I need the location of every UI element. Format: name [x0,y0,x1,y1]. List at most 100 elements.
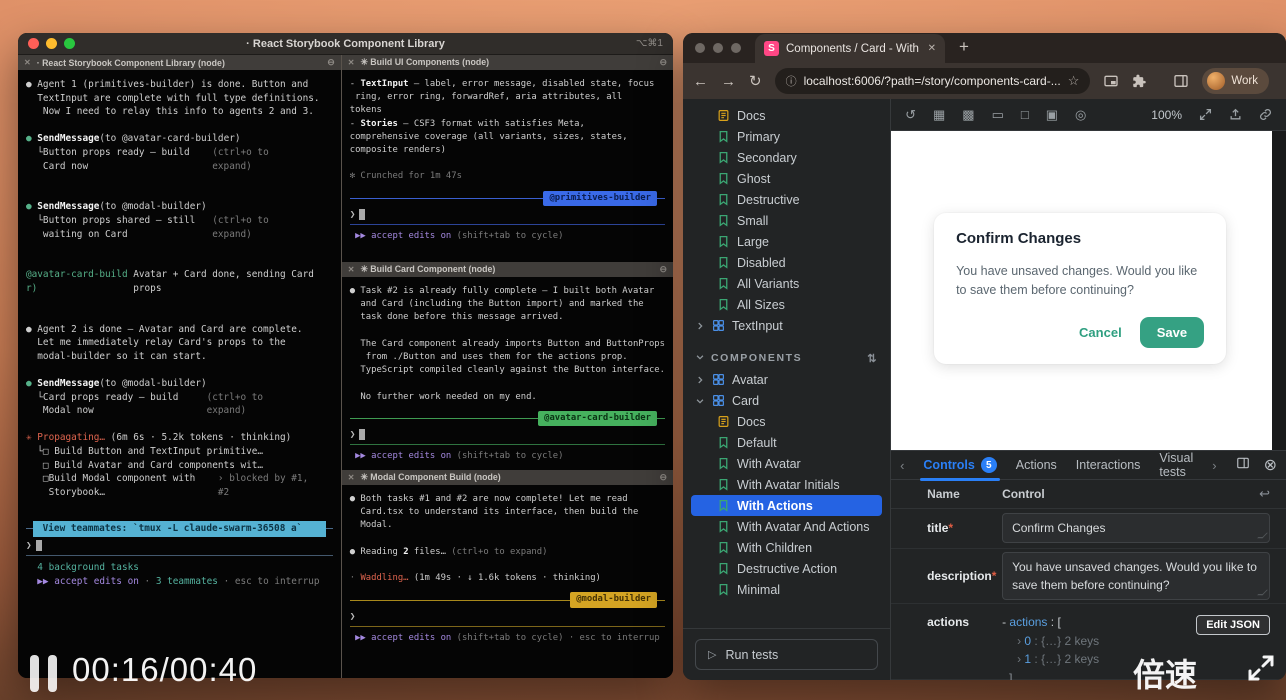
sidebar-item-with-avatar[interactable]: With Avatar [691,453,882,474]
prompt-build-card[interactable]: ❯ [350,428,665,441]
tab-controls[interactable]: Controls 5 [923,457,996,473]
link-icon[interactable] [1259,108,1272,121]
side-panel-icon[interactable] [1173,73,1189,89]
pane-minimize-icon[interactable]: ⊖ [659,57,667,68]
pane-build-ui-statusline: ▶▶ accept edits on (shift+tab to cycle) [350,230,665,243]
panel-close-icon[interactable]: ⊗ [1264,455,1277,475]
control-row-title: title* Confirm Changes [891,509,1286,549]
prompt-build-ui[interactable]: ❯ [350,208,665,221]
sidebar-item-avatar[interactable]: Avatar [691,369,882,390]
pane-main[interactable]: ✕ · React Storybook Component Library (n… [18,55,341,678]
sidebar-item-disabled[interactable]: Disabled [691,252,882,273]
accessibility-icon[interactable]: ◎ [1075,107,1086,123]
pane-build-ui[interactable]: ✕ ✳ Build UI Components (node) ⊖ - TextI… [342,55,673,262]
terminal-line: Modal now expand) [26,404,333,418]
sidebar-item-all-sizes[interactable]: All Sizes [691,294,882,315]
zoom-level[interactable]: 100% [1151,108,1182,122]
zoom-button[interactable] [731,43,741,53]
tab-visual-tests[interactable]: Visual tests [1159,451,1193,479]
actions-json-tree[interactable]: - actions : [ › 0 : {…} 2 keys › 1 : {…}… [1002,613,1099,680]
pane-close-icon[interactable]: ✕ [24,58,31,67]
viewport-icon[interactable]: ▣ [1046,107,1058,123]
grid-icon[interactable]: ▦ [933,107,945,123]
story-bookmark-icon [717,130,730,143]
pane-build-card[interactable]: ✕ ✳ Build Card Component (node) ⊖ ● Task… [342,262,673,470]
edit-json-button[interactable]: Edit JSON [1196,615,1270,635]
pane-close-icon[interactable]: ✕ [348,265,355,274]
tab-actions[interactable]: Actions [1016,458,1057,472]
tab-close-icon[interactable]: ✕ [928,43,936,54]
bookmark-star-icon[interactable]: ☆ [1068,73,1080,89]
extensions-icon[interactable] [1132,74,1147,89]
sidebar-item-with-actions[interactable]: With Actions [691,495,882,516]
terminal-titlebar[interactable]: · React Storybook Component Library ⌥⌘1 [18,33,673,55]
reset-controls-icon[interactable]: ↩ [1259,486,1270,502]
terminal-line: waiting on Card expand) [26,228,333,242]
new-tab-button[interactable]: + [959,37,969,57]
run-tests-button[interactable]: ▷ Run tests [695,639,878,670]
save-button[interactable]: Save [1140,317,1204,348]
cancel-button[interactable]: Cancel [1079,325,1122,340]
pane-minimize-icon[interactable]: ⊖ [659,264,667,275]
sidebar-item-small[interactable]: Small [691,210,882,231]
pane-close-icon[interactable]: ✕ [348,473,355,482]
sidebar-item-with-avatar-initials[interactable]: With Avatar Initials [691,474,882,495]
sidebar-item-with-avatar-and-actions[interactable]: With Avatar And Actions [691,516,882,537]
close-button[interactable] [695,43,705,53]
pane-minimize-icon[interactable]: ⊖ [327,57,335,68]
pane-minimize-icon[interactable]: ⊖ [659,472,667,483]
tmux-panes: ✕ · React Storybook Component Library (n… [18,55,673,678]
tab-interactions[interactable]: Interactions [1076,458,1141,472]
address-bar[interactable]: ⓘ localhost:6006/?path=/story/components… [775,68,1091,94]
input-divider [350,626,665,627]
sidebar-item-large[interactable]: Large [691,231,882,252]
section-label: COMPONENTS [711,352,802,364]
agent-badge: @modal-builder [570,592,657,607]
tabs-scroll-left-icon[interactable]: ‹ [900,458,904,473]
sidebar-item-destructive-action[interactable]: Destructive Action [691,558,882,579]
collapse-expand-icon[interactable]: ⇅ [867,352,878,365]
terminal-line: Now I need to relay this info to agents … [26,105,333,119]
browser-tab[interactable]: S Components / Card - With Ac ✕ [755,34,945,63]
reload-icon[interactable]: ↻ [749,72,762,90]
site-info-icon[interactable]: ⓘ [786,73,797,89]
background-icon[interactable]: ▩ [962,107,974,123]
sidebar-item-primary[interactable]: Primary [691,126,882,147]
sidebar-item-docs[interactable]: Docs [691,411,882,432]
pane-build-ui-output: - TextInput — label, error message, disa… [350,78,665,184]
terminal-line: · Waddling… (1m 49s · ↓ 1.6k tokens · th… [350,572,665,585]
tab-search-icon[interactable] [1103,73,1119,89]
profile-chip[interactable]: Work [1202,68,1269,94]
outline-icon[interactable]: □ [1021,107,1029,122]
panel-position-icon[interactable] [1236,456,1250,475]
sidebar-item-textinput[interactable]: TextInput [691,315,882,336]
tabs-more-icon[interactable]: › [1212,458,1216,473]
measure-icon[interactable]: ▭ [992,107,1004,123]
fullscreen-icon[interactable] [1199,108,1212,121]
prompt-modal-build[interactable]: ❯ [350,610,665,623]
sidebar-item-with-children[interactable]: With Children [691,537,882,558]
sidebar-item-destructive[interactable]: Destructive [691,189,882,210]
remount-icon[interactable]: ↺ [905,107,916,123]
share-icon[interactable] [1229,108,1242,121]
title-input[interactable]: Confirm Changes [1002,513,1270,543]
minimize-button[interactable] [713,43,723,53]
browser-tabstrip: S Components / Card - With Ac ✕ + [683,33,1286,63]
sidebar-item-minimal[interactable]: Minimal [691,579,882,600]
sidebar-item-all-variants[interactable]: All Variants [691,273,882,294]
terminal-line: □ Build Avatar and Card components wit… [26,459,333,473]
browser-menu-icon[interactable]: ⋮ [1282,72,1286,90]
component-icon [712,319,725,332]
sidebar-section-components[interactable]: COMPONENTS ⇅ [691,347,882,369]
forward-icon[interactable]: → [721,73,736,90]
sidebar-item-ghost[interactable]: Ghost [691,168,882,189]
sidebar-item-default[interactable]: Default [691,432,882,453]
pane-close-icon[interactable]: ✕ [348,58,355,67]
sidebar-item-secondary[interactable]: Secondary [691,147,882,168]
sidebar-item-docs[interactable]: Docs [691,105,882,126]
description-input[interactable]: You have unsaved changes. Would you like… [1002,552,1270,600]
back-icon[interactable]: ← [693,73,708,90]
prompt-main[interactable]: ❯ [26,539,333,553]
sidebar-item-card[interactable]: Card [691,390,882,411]
pane-modal-build[interactable]: ✕ ✳ Modal Component Build (node) ⊖ ● Bot… [342,470,673,678]
